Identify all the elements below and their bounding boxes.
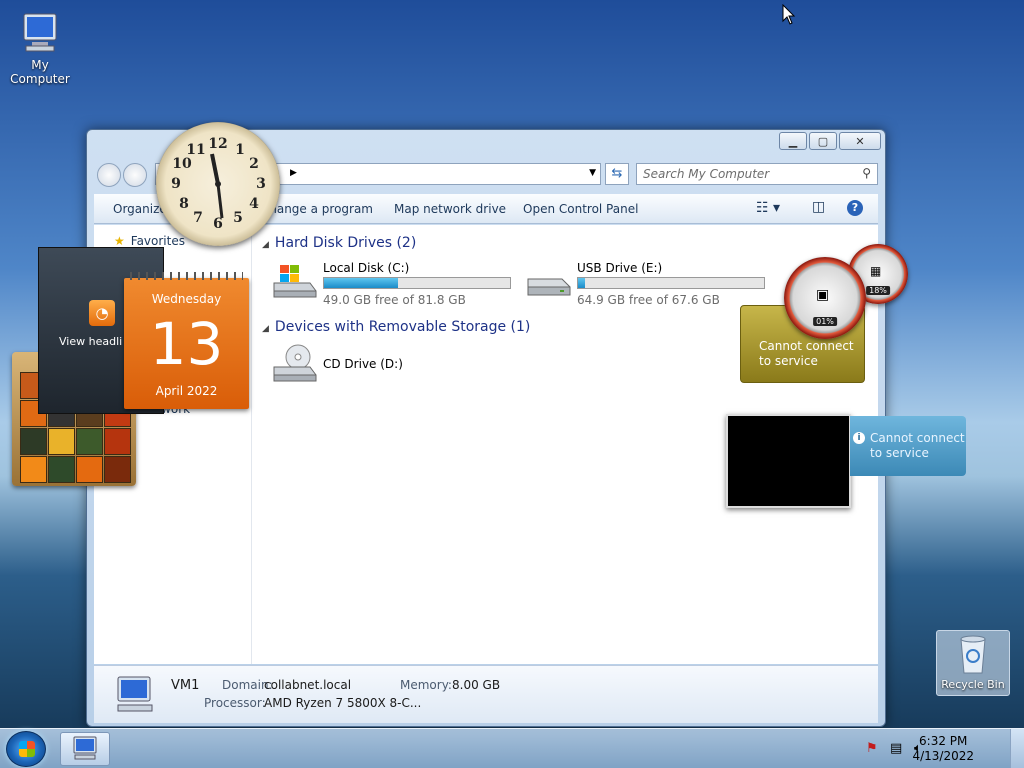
cd-drive-icon bbox=[273, 344, 317, 382]
service-status-line-1: Cannot connect bbox=[870, 431, 965, 445]
forward-button[interactable] bbox=[123, 163, 147, 187]
cpu-usage-value: 01% bbox=[813, 317, 837, 326]
address-dropdown-icon[interactable]: ▼ bbox=[589, 168, 596, 178]
hard-disks-label: Hard Disk Drives (2) bbox=[274, 235, 417, 251]
taskbar-explorer-button[interactable] bbox=[60, 732, 110, 766]
weather-status-text: Cannot connect to service bbox=[759, 339, 854, 369]
preview-pane-icon[interactable]: ◫ bbox=[812, 199, 825, 215]
puzzle-tile[interactable] bbox=[20, 456, 47, 483]
drive-usage-fill bbox=[324, 278, 399, 288]
domain-value: collabnet.local bbox=[264, 678, 352, 692]
computer-icon bbox=[73, 736, 97, 760]
drive-usage-bar bbox=[577, 277, 765, 289]
my-computer-desktop-icon[interactable]: My Computer bbox=[0, 12, 80, 86]
processor-value: AMD Ryzen 7 5800X 8-C... bbox=[264, 696, 422, 710]
my-computer-label: My Computer bbox=[10, 58, 70, 86]
weather-status-line-1: Cannot connect bbox=[759, 339, 854, 353]
windows-logo-icon bbox=[19, 741, 35, 757]
drive-free-space: 64.9 GB free of 67.6 GB bbox=[577, 293, 720, 307]
change-view-icon[interactable]: ☷ ▾ bbox=[756, 200, 780, 216]
recycle-bin-desktop-icon[interactable]: Recycle Bin bbox=[936, 630, 1010, 696]
cpu-meter-gadget-cpu-dial[interactable]: ▣ 01% bbox=[784, 257, 866, 339]
group-header-hard-disks[interactable]: ◢ Hard Disk Drives (2) bbox=[262, 235, 416, 251]
taskbar-date: 4/13/2022 bbox=[912, 749, 974, 763]
slideshow-gadget[interactable] bbox=[726, 414, 851, 508]
map-network-drive-button[interactable]: Map network drive bbox=[394, 202, 506, 216]
breadcrumb-arrow-icon[interactable]: ▶ bbox=[290, 168, 297, 178]
close-button[interactable]: ✕ bbox=[839, 132, 881, 150]
view-headlines-link[interactable]: View headli bbox=[59, 335, 122, 348]
hard-drive-windows-icon bbox=[273, 265, 317, 298]
puzzle-tile[interactable] bbox=[48, 456, 75, 483]
search-input[interactable]: Search My Computer ⚲ bbox=[636, 163, 878, 185]
puzzle-tile[interactable] bbox=[104, 428, 131, 455]
show-desktop-button[interactable] bbox=[1010, 729, 1024, 768]
calendar-weekday: Wednesday bbox=[151, 292, 222, 306]
group-header-removable-storage[interactable]: ◢ Devices with Removable Storage (1) bbox=[262, 319, 530, 335]
puzzle-tile[interactable] bbox=[104, 456, 131, 483]
open-control-panel-button[interactable]: Open Control Panel bbox=[523, 202, 638, 216]
drive-usage-fill bbox=[578, 278, 586, 288]
taskbar-time: 6:32 PM bbox=[919, 734, 968, 748]
processor-label: Processor: bbox=[204, 696, 266, 710]
drive-local-disk-c[interactable]: Local Disk (C:) 49.0 GB free of 81.8 GB bbox=[270, 261, 520, 307]
puzzle-tile[interactable] bbox=[76, 456, 103, 483]
usb-drive-icon bbox=[527, 278, 571, 296]
mouse-cursor-icon bbox=[782, 4, 796, 25]
memory-value: 8.00 GB bbox=[452, 678, 501, 692]
back-button[interactable] bbox=[97, 163, 121, 187]
refresh-button[interactable]: ⇆ bbox=[605, 163, 629, 185]
help-icon[interactable]: ? bbox=[847, 200, 863, 216]
window-controls: ▁ ▢ ✕ bbox=[779, 132, 881, 150]
puzzle-tile[interactable] bbox=[20, 428, 47, 455]
maximize-button[interactable]: ▢ bbox=[809, 132, 837, 150]
calendar-month-year: April 2022 bbox=[155, 384, 218, 398]
calendar-gadget[interactable]: Wednesday 13 April 2022 bbox=[124, 272, 249, 409]
drive-usage-bar bbox=[323, 277, 511, 289]
recycle-bin-icon bbox=[960, 635, 986, 674]
rss-feed-icon: ◔ bbox=[89, 300, 115, 326]
start-button[interactable] bbox=[6, 731, 46, 767]
slideshow-service-message: i Cannot connect to service bbox=[850, 416, 966, 476]
clock-gadget[interactable]: 12 1 2 3 4 5 6 7 8 9 10 11 bbox=[156, 122, 280, 246]
drive-cd-d[interactable]: CD Drive (D:) bbox=[270, 343, 470, 391]
computer-icon bbox=[117, 676, 153, 712]
puzzle-tile[interactable] bbox=[48, 428, 75, 455]
search-placeholder: Search My Computer bbox=[643, 167, 770, 181]
action-center-flag-icon[interactable]: ⚑ bbox=[866, 741, 882, 757]
computer-name: VM1 bbox=[171, 678, 200, 693]
details-pane: VM1 Domain: collabnet.local Memory: 8.00… bbox=[94, 665, 878, 723]
search-icon[interactable]: ⚲ bbox=[862, 166, 871, 180]
drive-free-space: 49.0 GB free of 81.8 GB bbox=[323, 293, 466, 307]
weather-status-line-2: to service bbox=[759, 354, 818, 368]
memory-chip-icon: ▦ bbox=[870, 264, 882, 278]
puzzle-tile[interactable] bbox=[76, 428, 103, 455]
network-icon[interactable]: ▤ bbox=[890, 741, 906, 757]
drive-name: Local Disk (C:) bbox=[323, 261, 410, 275]
taskbar-clock[interactable]: 6:32 PM 4/13/2022 bbox=[912, 734, 974, 764]
calendar-day: 13 bbox=[149, 310, 224, 378]
taskbar: ⚑ ▤ 🔈︎ 6:32 PM 4/13/2022 bbox=[0, 728, 1024, 768]
memory-usage-value: 18% bbox=[866, 286, 890, 295]
minimize-button[interactable]: ▁ bbox=[779, 132, 807, 150]
removable-storage-label: Devices with Removable Storage (1) bbox=[274, 319, 531, 335]
collapse-triangle-icon: ◢ bbox=[262, 324, 269, 334]
recycle-bin-label: Recycle Bin bbox=[941, 678, 1005, 691]
computer-icon bbox=[23, 13, 57, 52]
service-status-line-2: to service bbox=[870, 446, 929, 460]
calendar-rings bbox=[130, 272, 243, 280]
drive-name: USB Drive (E:) bbox=[577, 261, 663, 275]
star-icon: ★ bbox=[114, 234, 125, 248]
cpu-chip-icon: ▣ bbox=[816, 287, 830, 303]
info-icon: i bbox=[853, 432, 865, 444]
service-status-text: Cannot connect to service bbox=[870, 431, 965, 461]
drive-usb-e[interactable]: USB Drive (E:) 64.9 GB free of 67.6 GB bbox=[524, 261, 774, 307]
clock-hands bbox=[210, 153, 224, 219]
drive-name: CD Drive (D:) bbox=[323, 357, 403, 371]
memory-label: Memory: bbox=[400, 678, 452, 692]
